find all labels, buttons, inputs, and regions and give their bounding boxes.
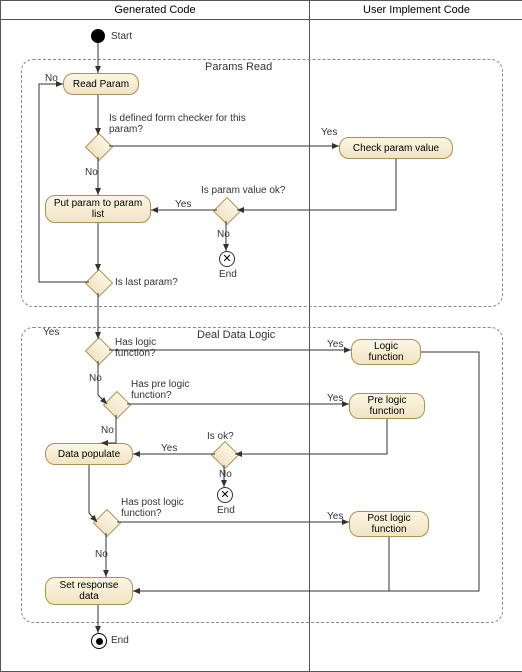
g-yes-pre: Yes [327,393,343,404]
initial-node [91,29,105,43]
g-no-checker: No [85,167,98,178]
g-yes-post: Yes [327,511,343,522]
activity-diagram: Generated Code User Implement Code Param… [0,0,522,672]
flow-final-1: ✕ [219,251,235,267]
lane-generated: Generated Code [1,1,310,19]
decision-value-ok-label: Is param value ok? [201,185,286,196]
g-no-loop: No [45,73,58,84]
final-label: End [111,635,129,646]
g-no-pre: No [101,425,114,436]
g-no-logic: No [89,373,102,384]
activity-data-populate: Data populate [45,443,133,465]
activity-check-param: Check param value [339,137,453,159]
end2-label: End [217,505,235,516]
decision-ok-label: Is ok? [207,431,234,442]
activity-post-fn: Post logic function [349,511,429,537]
activity-put-param: Put param to param list [45,195,151,223]
g-no-valueok: No [217,229,230,240]
lane-user: User Implement Code [310,1,522,19]
g-yes-ok: Yes [161,443,177,454]
decision-post-label: Has post logic function? [121,497,201,519]
start-label: Start [111,31,132,42]
g-yes-logic: Yes [327,339,343,350]
region-label-params: Params Read [205,61,272,73]
swimlane-header: Generated Code User Implement Code [1,1,522,20]
region-label-deal: Deal Data Logic [197,329,275,341]
activity-pre-fn: Pre logic function [349,393,425,419]
g-yes-checker: Yes [321,127,337,138]
decision-checker-label: Is defined form checker for this param? [109,113,259,135]
activity-logic-fn: Logic function [351,339,421,365]
activity-set-response: Set response data [45,577,133,605]
decision-pre-label: Has pre logic function? [131,379,211,401]
g-yes-valueok: Yes [175,199,191,210]
final-node [91,633,107,649]
g-no-ok: No [219,469,232,480]
end1-label: End [219,269,237,280]
decision-last-label: Is last param? [115,277,178,288]
g-no-post: No [95,549,108,560]
decision-logic-label: Has logic function? [115,337,185,359]
activity-read-param: Read Param [63,73,139,95]
region-params-read [21,59,503,307]
g-yes-last: Yes [43,327,59,338]
flow-final-2: ✕ [217,487,233,503]
